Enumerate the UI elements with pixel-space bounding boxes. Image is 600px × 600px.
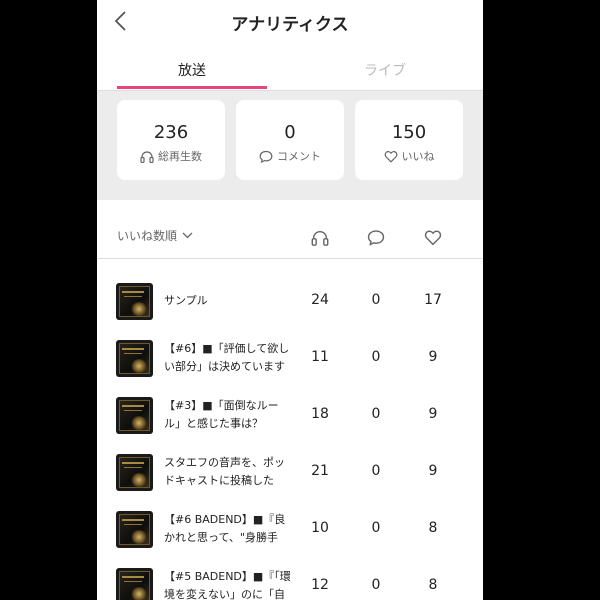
plays-column-header bbox=[310, 227, 330, 247]
list-item[interactable]: 【#6 BADEND】■『良かれと思って、"身勝手な… 10 0 8 bbox=[97, 506, 483, 563]
episode-comments: 0 bbox=[371, 406, 381, 422]
episode-comments: 0 bbox=[371, 520, 381, 536]
episode-comments: 0 bbox=[371, 577, 381, 593]
stat-card-likes: 150 いいね bbox=[355, 100, 463, 180]
stats-panel: 236 総再生数 0 コメント 150 いいね bbox=[97, 91, 483, 200]
episode-thumbnail bbox=[116, 511, 153, 548]
stat-comments-label-row: コメント bbox=[236, 148, 344, 164]
episode-thumbnail bbox=[116, 283, 153, 320]
tab-broadcast[interactable]: 放送 bbox=[117, 60, 267, 80]
likes-column-header bbox=[423, 227, 443, 247]
headphones-icon bbox=[140, 150, 154, 163]
stat-card-plays: 236 総再生数 bbox=[117, 100, 225, 180]
list-header: いいね数順 bbox=[97, 215, 483, 259]
headphones-icon bbox=[311, 230, 329, 246]
episode-thumbnail bbox=[116, 454, 153, 491]
sort-dropdown[interactable]: いいね数順 bbox=[117, 227, 193, 244]
episode-title: 【#5 BADEND】■『「環境を変えない」のに「自分… bbox=[164, 570, 291, 600]
list-item[interactable]: サンプル 24 0 17 bbox=[97, 278, 483, 335]
tab-live[interactable]: ライブ bbox=[310, 60, 460, 80]
episode-title: 【#6】■「評価して欲しい部分」は決めていますか？ bbox=[164, 342, 290, 373]
episode-thumbnail bbox=[116, 340, 153, 377]
comment-icon bbox=[259, 150, 273, 163]
list-item[interactable]: スタエフの音声を、ポッドキャストに投稿したい。 21 0 9 bbox=[97, 449, 483, 506]
episode-comments: 0 bbox=[371, 463, 381, 479]
episode-likes: 9 bbox=[428, 406, 438, 422]
comments-column-header bbox=[366, 227, 386, 247]
episode-title: スタエフの音声を、ポッドキャストに投稿したい。 bbox=[164, 456, 285, 487]
episode-plays: 10 bbox=[311, 520, 329, 536]
tab-bar: 放送 ライブ bbox=[97, 48, 483, 91]
list-item[interactable]: 【#5 BADEND】■『「環境を変えない」のに「自分… 12 0 8 bbox=[97, 563, 483, 600]
episode-plays: 12 bbox=[311, 577, 329, 593]
stat-plays-label-row: 総再生数 bbox=[117, 148, 225, 164]
likes-value: 150 bbox=[391, 122, 427, 143]
episode-likes: 8 bbox=[428, 577, 438, 593]
episode-likes: 9 bbox=[428, 349, 438, 365]
episode-title: 【#6 BADEND】■『良かれと思って、"身勝手な… bbox=[164, 513, 286, 544]
episode-plays: 18 bbox=[311, 406, 329, 422]
list-item[interactable]: 【#6】■「評価して欲しい部分」は決めていますか？ 11 0 9 bbox=[97, 335, 483, 392]
analytics-screen: アナリティクス 放送 ライブ 236 総再生数 0 コメント 150 いいね い… bbox=[97, 0, 483, 600]
page-title: アナリティクス bbox=[231, 15, 349, 35]
stat-likes-label-row: いいね bbox=[355, 148, 463, 164]
stat-card-comments: 0 コメント bbox=[236, 100, 344, 180]
heart-icon bbox=[424, 230, 442, 245]
heart-icon bbox=[384, 150, 397, 163]
episode-title: 【#3】■「面倒なルール」と感じた事は？ bbox=[164, 399, 279, 430]
episode-thumbnail bbox=[116, 397, 153, 434]
comment-icon bbox=[367, 229, 385, 246]
comments-value: 0 bbox=[284, 122, 296, 143]
episode-thumbnail bbox=[116, 568, 153, 600]
episode-title: サンプル bbox=[164, 294, 208, 307]
episode-comments: 0 bbox=[371, 349, 381, 365]
episode-comments: 0 bbox=[371, 292, 381, 308]
episode-likes: 9 bbox=[428, 463, 438, 479]
episode-plays: 21 bbox=[311, 463, 329, 479]
episode-likes: 8 bbox=[428, 520, 438, 536]
total-plays-label: 総再生数 bbox=[158, 150, 202, 163]
sort-label: いいね数順 bbox=[117, 229, 178, 243]
active-tab-indicator bbox=[117, 86, 267, 89]
list-item[interactable]: 【#3】■「面倒なルール」と感じた事は？ 18 0 9 bbox=[97, 392, 483, 449]
header: アナリティクス bbox=[97, 0, 483, 44]
episode-likes: 17 bbox=[424, 292, 442, 308]
comments-label: コメント bbox=[277, 150, 321, 163]
episode-plays: 24 bbox=[311, 292, 329, 308]
total-plays-value: 236 bbox=[153, 122, 189, 143]
chevron-down-icon bbox=[182, 232, 193, 239]
episode-plays: 11 bbox=[311, 349, 329, 365]
likes-label: いいね bbox=[401, 150, 435, 163]
